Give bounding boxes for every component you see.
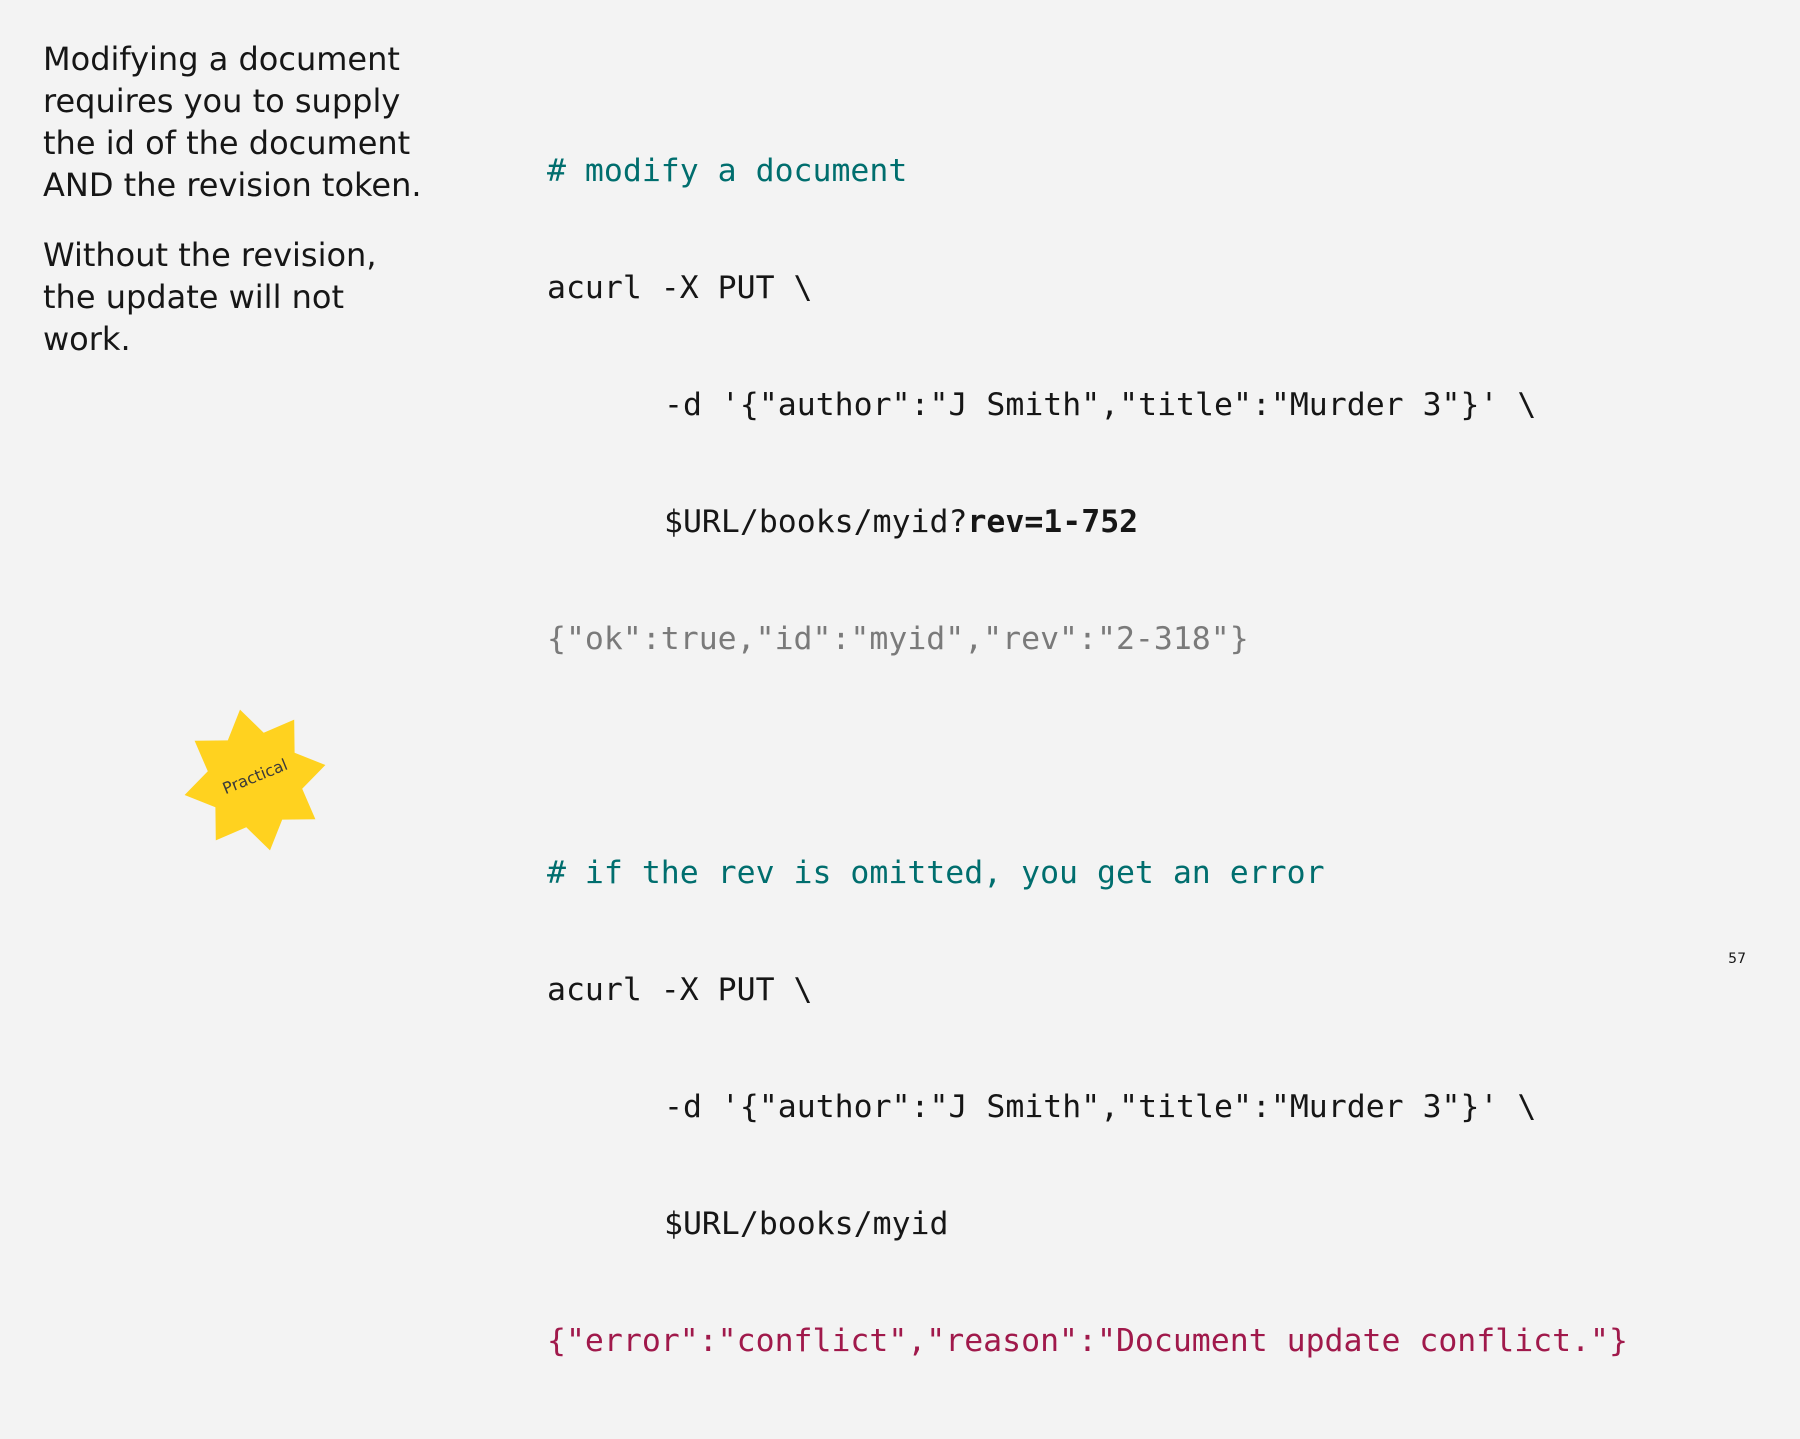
code-url-line: $URL/books/myid (547, 1205, 1628, 1244)
code-data-text: -d '{"author":"J Smith","title":"Murder … (664, 387, 1537, 423)
code-comment-modify: # modify a document (547, 153, 908, 189)
code-ok-response: {"ok":true,"id":"myid","rev":"2-318"} (547, 621, 1249, 657)
code-error-response: {"error":"conflict","reason":"Document u… (547, 1323, 1628, 1359)
code-url-line: $URL/books/myid?rev=1-752 (547, 503, 1628, 542)
code-url-prefix: $URL/books/myid? (664, 504, 968, 540)
page-number: 57 (1728, 951, 1746, 967)
code-rev-param: rev=1-752 (967, 504, 1139, 540)
intro-paragraph-1: Modifying a document requires you to sup… (43, 40, 422, 204)
intro-paragraph-2: Without the revision, the update will no… (43, 236, 377, 358)
practical-badge: Practical (180, 705, 330, 855)
code-url-text: $URL/books/myid (664, 1206, 949, 1242)
code-example: # modify a document acurl -X PUT \ -d '{… (547, 74, 1628, 1439)
code-command-line: acurl -X PUT \ (547, 972, 813, 1008)
code-data-line: -d '{"author":"J Smith","title":"Murder … (547, 1088, 1628, 1127)
code-data-text: -d '{"author":"J Smith","title":"Murder … (664, 1089, 1537, 1125)
code-command-line: acurl -X PUT \ (547, 270, 813, 306)
code-comment-error: # if the rev is omitted, you get an erro… (547, 855, 1325, 891)
slide: Modifying a document requires you to sup… (0, 0, 1800, 1359)
intro-text: Modifying a document requires you to sup… (43, 38, 423, 388)
code-data-line: -d '{"author":"J Smith","title":"Murder … (547, 386, 1628, 425)
